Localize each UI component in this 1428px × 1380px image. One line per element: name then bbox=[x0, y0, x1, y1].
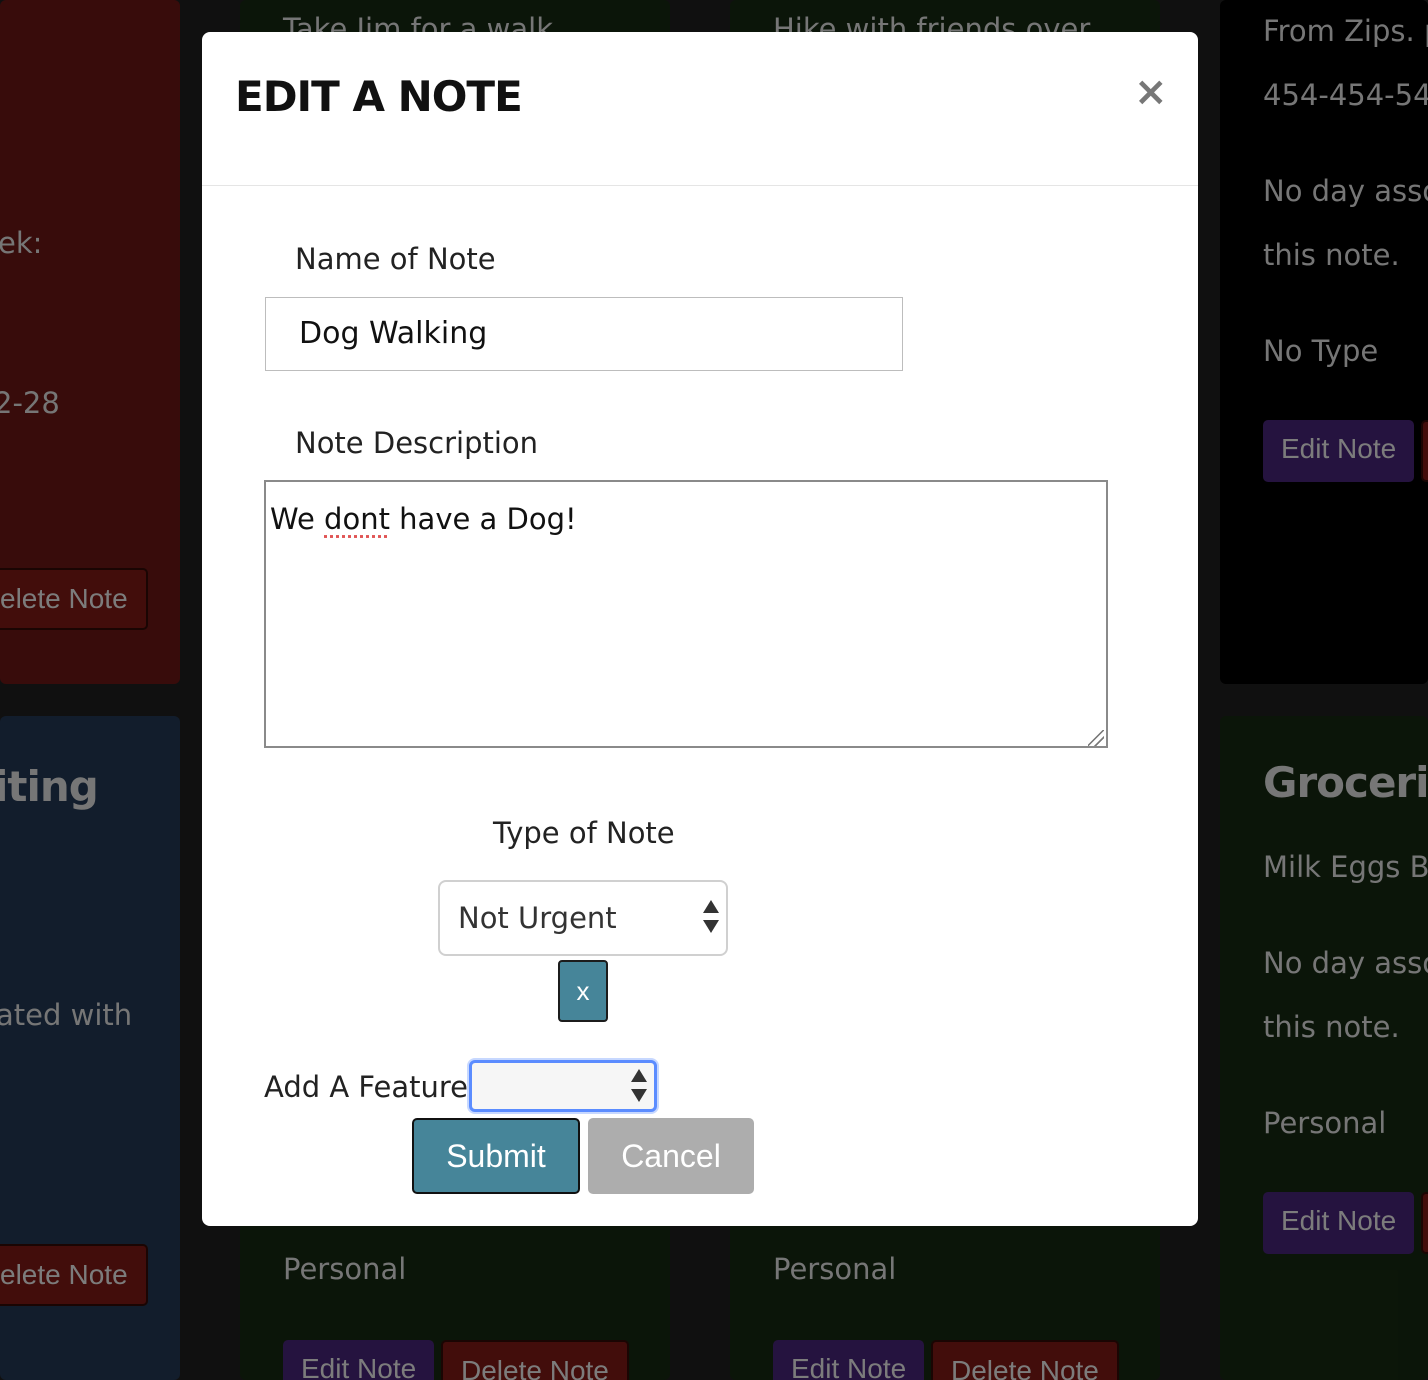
close-icon[interactable]: × bbox=[1134, 68, 1168, 116]
note-description-label: Note Description bbox=[295, 426, 539, 460]
resize-grip-icon[interactable] bbox=[1088, 730, 1104, 746]
edit-note-modal: EDIT A NOTE × Name of Note Dog Walking N… bbox=[202, 32, 1198, 1226]
remove-type-button[interactable]: x bbox=[558, 960, 608, 1022]
modal-header: EDIT A NOTE × bbox=[202, 32, 1198, 186]
add-feature-select[interactable] bbox=[469, 1060, 657, 1112]
note-name-input[interactable]: Dog Walking bbox=[265, 297, 903, 371]
updown-arrows-icon bbox=[630, 1069, 648, 1105]
note-description-textarea[interactable]: We dont have a Dog! bbox=[264, 480, 1108, 748]
type-of-note-label: Type of Note bbox=[493, 816, 675, 850]
note-type-selected: Not Urgent bbox=[458, 901, 617, 935]
add-feature-label: Add A Feature bbox=[264, 1070, 469, 1104]
submit-button[interactable]: Submit bbox=[412, 1118, 580, 1194]
misspelled-word: dont bbox=[324, 502, 390, 536]
description-text: have a Dog! bbox=[389, 502, 577, 536]
name-of-note-label: Name of Note bbox=[295, 242, 496, 276]
note-type-select[interactable]: Not Urgent bbox=[438, 880, 728, 956]
note-name-value: Dog Walking bbox=[299, 316, 488, 351]
cancel-button[interactable]: Cancel bbox=[588, 1118, 754, 1194]
updown-arrows-icon bbox=[702, 900, 720, 936]
description-text: We bbox=[270, 502, 325, 536]
modal-title: EDIT A NOTE bbox=[235, 72, 523, 121]
